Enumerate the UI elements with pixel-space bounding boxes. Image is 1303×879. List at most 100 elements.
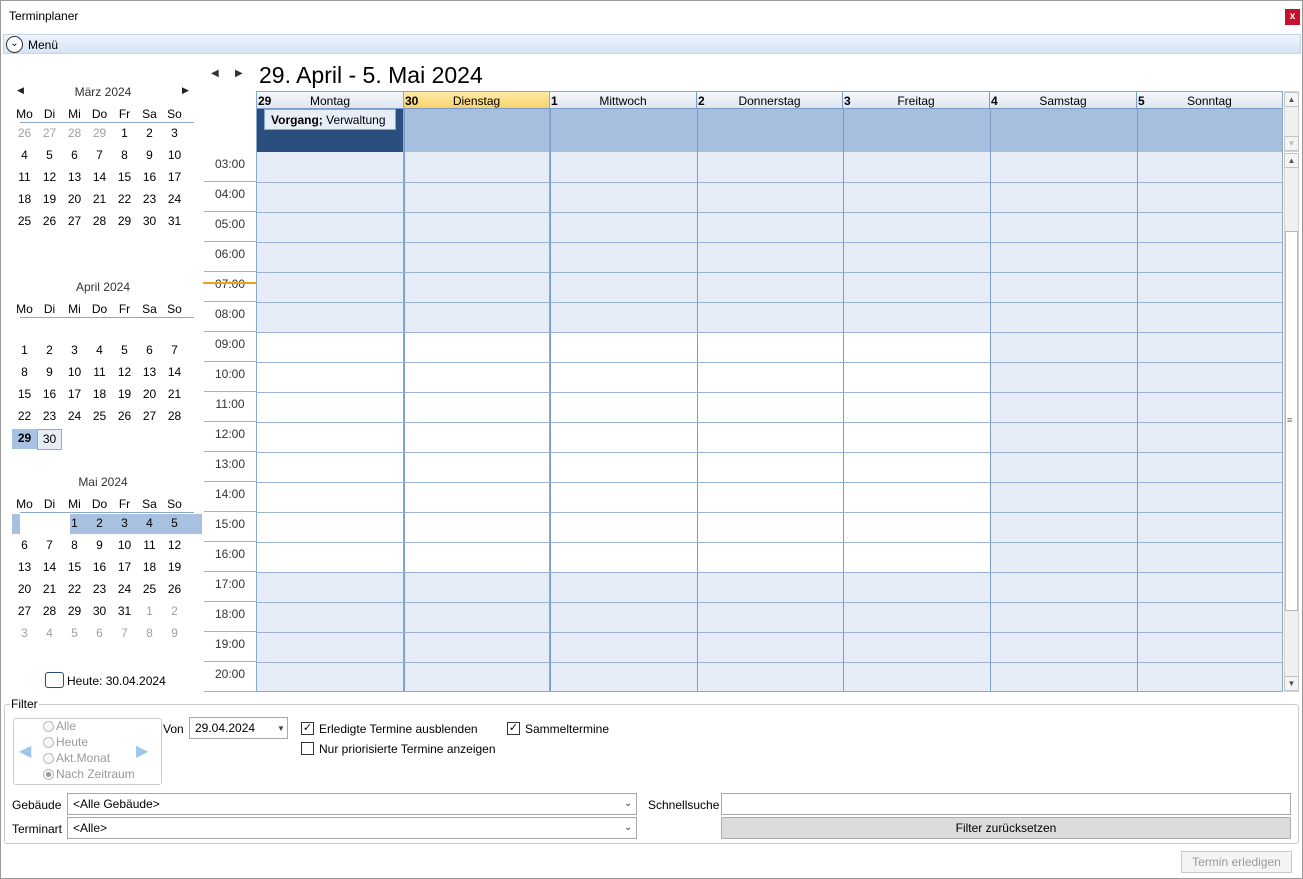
mini-calendar-day[interactable]: 13 (12, 559, 37, 577)
mini-calendar-day[interactable]: 6 (62, 147, 87, 165)
mini-calendar-day[interactable]: 30 (87, 603, 112, 621)
complete-appointment-button[interactable]: Termin erledigen (1181, 851, 1292, 873)
mini-calendar-day[interactable]: 14 (37, 559, 62, 577)
mini-calendar-day[interactable]: 19 (112, 386, 137, 404)
mini-calendar-day[interactable]: 3 (162, 125, 187, 143)
mini-calendar-day[interactable]: 14 (87, 169, 112, 187)
mini-calendar-day[interactable]: 13 (137, 364, 162, 382)
priority-checkbox[interactable] (301, 742, 314, 755)
mini-calendar-day[interactable]: 26 (112, 408, 137, 426)
day-header[interactable]: Dienstag 30 (404, 92, 550, 109)
mini-calendar-day[interactable]: 22 (112, 191, 137, 209)
mini-calendar-day[interactable]: 7 (87, 147, 112, 165)
scroll-down-icon[interactable]: ▼ (1284, 676, 1299, 691)
mini-calendar-day[interactable]: 24 (162, 191, 187, 209)
mini-calendar-day[interactable]: 17 (162, 169, 187, 187)
mini-calendar-day[interactable]: 22 (62, 581, 87, 599)
mini-calendar-day[interactable]: 1 (112, 125, 137, 143)
mini-calendar-day[interactable]: 29 (87, 125, 112, 143)
mini-calendar-day[interactable]: 5 (62, 625, 87, 643)
close-button[interactable]: x (1285, 9, 1300, 25)
mini-calendar-day[interactable]: 10 (162, 147, 187, 165)
mini-calendar-day[interactable]: 17 (112, 559, 137, 577)
mini-calendar-day[interactable]: 27 (37, 125, 62, 143)
mini-calendar-day[interactable]: 24 (62, 408, 87, 426)
period-prev-icon[interactable]: ◀ (19, 741, 31, 761)
mini-calendar-day[interactable]: 31 (162, 213, 187, 231)
mini-calendar-day[interactable]: 22 (12, 408, 37, 426)
mini-calendar-day[interactable]: 5 (112, 342, 137, 360)
mini-calendar-day[interactable]: 1 (137, 603, 162, 621)
mini-calendar-day[interactable]: 5 (37, 147, 62, 165)
mini-calendar-day[interactable]: 8 (137, 625, 162, 643)
hide-done-label[interactable]: Erledigte Termine ausblenden (319, 722, 478, 736)
mini-calendar-day[interactable]: 29 (62, 603, 87, 621)
mini-calendar-day[interactable]: 21 (37, 581, 62, 599)
mini-calendar-day[interactable]: 9 (162, 625, 187, 643)
mini-calendar-day[interactable]: 3 (112, 515, 137, 533)
all-day-area[interactable] (257, 109, 1282, 152)
mini-calendar-day[interactable]: 23 (137, 191, 162, 209)
mini-calendar-day[interactable]: 28 (87, 213, 112, 231)
mini-calendar-day[interactable]: 28 (37, 603, 62, 621)
mini-calendar-day[interactable]: 8 (62, 537, 87, 555)
today-label[interactable]: Heute: 30.04.2024 (67, 674, 166, 688)
mini-calendar-day[interactable]: 18 (12, 191, 37, 209)
mini-calendar-day[interactable]: 29 (12, 430, 37, 448)
day-header[interactable]: Samstag 4 (990, 92, 1137, 109)
mini-calendar-day[interactable]: 2 (37, 342, 62, 360)
mini-calendar-day[interactable]: 27 (137, 408, 162, 426)
mini-calendar-day[interactable]: 7 (112, 625, 137, 643)
mini-calendar-day[interactable]: 23 (37, 408, 62, 426)
mini-calendar-day[interactable]: 11 (87, 364, 112, 382)
mini-calendar-day[interactable]: 16 (87, 559, 112, 577)
day-header[interactable]: Freitag 3 (843, 92, 990, 109)
mini-calendar-day[interactable]: 27 (12, 603, 37, 621)
week-prev-icon[interactable]: ◀ (211, 68, 219, 79)
week-view[interactable]: Vorgang; Verwaltung Montag 29 Dienstag 30 Mi… (256, 91, 1283, 692)
mini-calendar-day[interactable]: 20 (137, 386, 162, 404)
von-date-input[interactable]: 29.04.2024 (189, 717, 288, 739)
period-radio[interactable]: Akt.Monat (43, 751, 110, 765)
mini-calendar-day[interactable]: 20 (12, 581, 37, 599)
mini-calendar-day[interactable]: 11 (137, 537, 162, 555)
mini-calendar-day[interactable]: 18 (137, 559, 162, 577)
chevron-down-icon[interactable]: ⌄ (624, 822, 632, 833)
mini-calendar-day[interactable]: 7 (162, 342, 187, 360)
mini-calendar-day[interactable]: 2 (137, 125, 162, 143)
mini-calendar-day[interactable]: 15 (12, 386, 37, 404)
mini-calendar-day[interactable]: 5 (162, 515, 187, 533)
collective-checkbox[interactable]: ✓ (507, 722, 520, 735)
mini-calendar-day[interactable]: 6 (87, 625, 112, 643)
mini-calendar-day[interactable]: 9 (37, 364, 62, 382)
mini-calendar-day[interactable]: 8 (112, 147, 137, 165)
mini-calendar-day[interactable]: 24 (112, 581, 137, 599)
mini-calendar-day[interactable]: 1 (12, 342, 37, 360)
mini-calendar-day[interactable]: 7 (37, 537, 62, 555)
day-header[interactable]: Mittwoch 1 (550, 92, 697, 109)
mini-calendar-day[interactable]: 31 (112, 603, 137, 621)
period-radio[interactable]: Alle (43, 719, 76, 733)
menu-bar[interactable]: ⌄ Menü (3, 34, 1301, 54)
mini-calendar-day[interactable]: 12 (112, 364, 137, 382)
mini-calendar-day[interactable]: 19 (162, 559, 187, 577)
mini-calendar-day[interactable]: 4 (37, 625, 62, 643)
mini-calendar-day[interactable]: 21 (87, 191, 112, 209)
radio-dot[interactable] (43, 769, 54, 780)
mini-calendar-day[interactable]: 15 (112, 169, 137, 187)
radio-dot[interactable] (43, 753, 54, 764)
mini-calendar-day[interactable]: 17 (62, 386, 87, 404)
reset-filter-button[interactable]: Filter zurücksetzen (721, 817, 1291, 839)
mini-calendar-day[interactable]: 29 (112, 213, 137, 231)
mini-calendar-day[interactable]: 2 (87, 515, 112, 533)
type-select[interactable]: <Alle> (67, 817, 637, 839)
mini-calendar-day[interactable]: 25 (12, 213, 37, 231)
quicksearch-input[interactable] (721, 793, 1291, 815)
mini-calendar-day[interactable]: 27 (62, 213, 87, 231)
mini-calendar-day[interactable]: 11 (12, 169, 37, 187)
period-radio[interactable]: Heute (43, 735, 88, 749)
mini-calendar-day[interactable]: 14 (162, 364, 187, 382)
mini-calendar-day[interactable]: 28 (162, 408, 187, 426)
mini-calendar-day[interactable]: 19 (37, 191, 62, 209)
mini-calendar-day[interactable]: 21 (162, 386, 187, 404)
